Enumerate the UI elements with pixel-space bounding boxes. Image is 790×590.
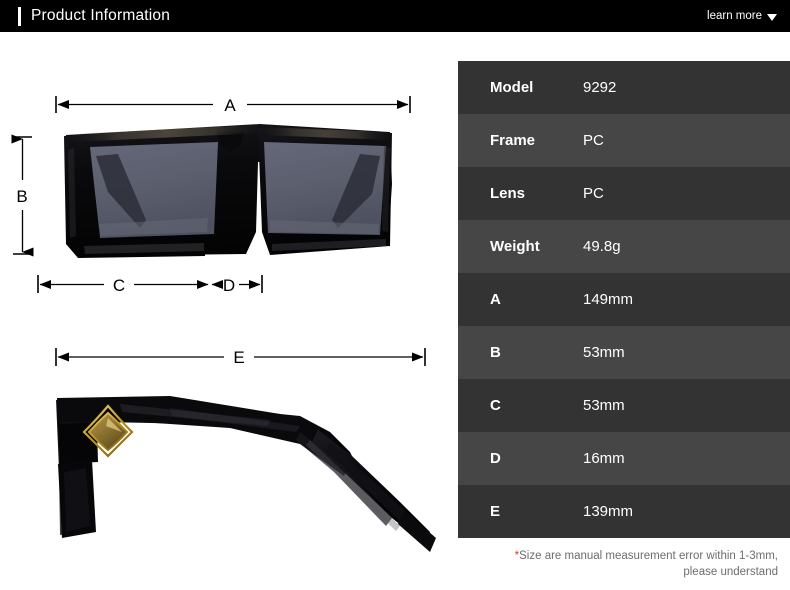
- table-row: Model 9292: [458, 61, 790, 114]
- spec-value: 53mm: [583, 344, 625, 361]
- spec-value: PC: [583, 132, 604, 149]
- dimension-a: A: [55, 96, 411, 115]
- dimension-label-a: A: [224, 96, 236, 115]
- spec-value: 16mm: [583, 450, 625, 467]
- spec-label: Weight: [490, 238, 540, 255]
- spec-label: Model: [490, 79, 534, 96]
- spec-value: 139mm: [583, 503, 634, 520]
- header-accent-bar: [18, 6, 21, 26]
- spec-label: D: [490, 450, 501, 467]
- spec-value: 9292: [583, 79, 617, 96]
- dimension-e: E: [55, 348, 426, 367]
- table-row: B 53mm: [458, 326, 790, 379]
- spec-label: A: [490, 291, 501, 308]
- table-row: A 149mm: [458, 273, 790, 326]
- sunglasses-front-view: [64, 124, 392, 258]
- dimension-label-d: D: [223, 276, 235, 295]
- dimension-c: C: [37, 275, 209, 295]
- table-row: E 139mm: [458, 485, 790, 538]
- spec-label: Frame: [490, 132, 536, 149]
- spec-label: E: [490, 503, 501, 520]
- spec-table: Model 9292 Frame PC Lens PC Weight 49.8g…: [458, 61, 790, 580]
- table-row: D 16mm: [458, 432, 790, 485]
- dimension-d: D: [211, 275, 263, 295]
- page-title: Product Information: [31, 7, 171, 24]
- sunglasses-side-view: [56, 396, 436, 552]
- spec-value: PC: [583, 185, 604, 202]
- table-row: Weight 49.8g: [458, 220, 790, 273]
- dimension-b: B: [11, 134, 34, 257]
- disclaimer-line-2: please understand: [683, 566, 778, 578]
- learn-more-button[interactable]: learn more: [707, 10, 777, 22]
- dimension-label-c: C: [113, 276, 125, 295]
- dimension-label-e: E: [233, 348, 244, 367]
- sunglasses-dimension-diagram: A B C D E: [11, 96, 436, 552]
- table-row: Lens PC: [458, 167, 790, 220]
- dimension-diagram-panel: A B C D E: [0, 32, 455, 590]
- spec-value: 49.8g: [583, 238, 621, 255]
- table-row: C 53mm: [458, 379, 790, 432]
- spec-value: 53mm: [583, 397, 625, 414]
- spec-label: Lens: [490, 185, 526, 202]
- spec-label: C: [490, 397, 501, 414]
- page-header: Product Information learn more: [0, 0, 790, 32]
- dimension-label-b: B: [16, 187, 27, 206]
- chevron-down-icon: [767, 13, 777, 21]
- measurement-disclaimer: *Size are manual measurement error withi…: [458, 538, 790, 580]
- spec-label: B: [490, 344, 501, 361]
- learn-more-label: learn more: [707, 10, 762, 22]
- disclaimer-line-1: Size are manual measurement error within…: [519, 550, 778, 562]
- spec-value: 149mm: [583, 291, 634, 308]
- table-row: Frame PC: [458, 114, 790, 167]
